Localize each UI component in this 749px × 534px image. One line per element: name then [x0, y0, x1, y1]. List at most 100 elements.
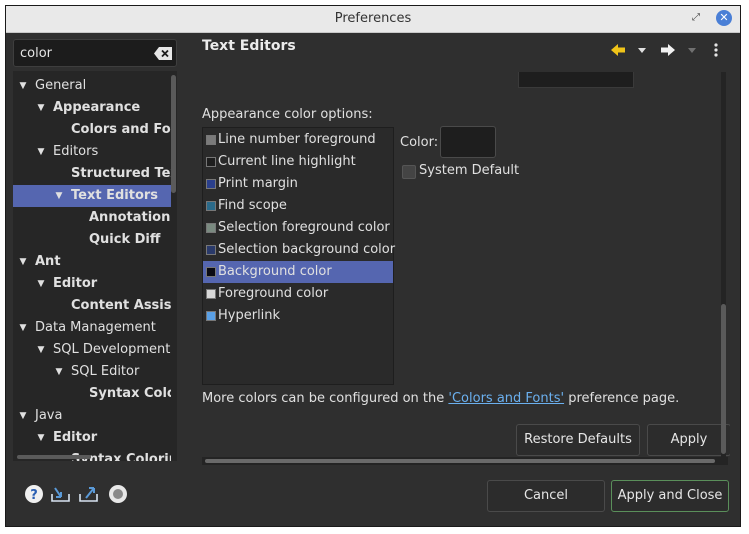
page-horizontal-scroll-thumb[interactable]	[205, 459, 715, 463]
color-option-item[interactable]: Selection background color	[203, 239, 396, 261]
tree-item-label: Java	[35, 408, 63, 423]
scrolled-control-fragment	[518, 72, 634, 88]
color-option-item[interactable]: Line number foreground	[203, 129, 393, 151]
tree-item[interactable]: ▼ Ant	[13, 251, 171, 273]
tree-item-label: Text Editors	[71, 188, 159, 203]
system-default-label: System Default	[419, 163, 520, 178]
color-option-item[interactable]: Hyperlink	[203, 305, 393, 327]
color-swatch	[206, 289, 216, 299]
color-option-item[interactable]: Background color	[203, 261, 393, 283]
tree-item-label: Ant	[35, 254, 61, 269]
text-editors-page: Appearance color options: Line number fo…	[200, 72, 730, 462]
more-colors-prefix: More colors can be configured on the	[202, 391, 449, 406]
appearance-color-list[interactable]: Line number foreground Current line highl…	[202, 127, 396, 385]
color-swatch	[206, 201, 216, 211]
expand-arrow-icon[interactable]: ▼	[18, 251, 28, 273]
close-icon[interactable]: ✕	[716, 10, 732, 26]
color-option-label: Print margin	[218, 176, 298, 191]
color-option-label: Foreground color	[218, 286, 329, 301]
tree-item-label: Editors	[53, 144, 99, 159]
color-option-label: Find scope	[218, 198, 287, 213]
tree-horizontal-scrollbar[interactable]	[17, 455, 91, 459]
tree-item-label: Colors and Fonts	[71, 122, 171, 137]
tree-item[interactable]: Content Assist	[13, 295, 171, 317]
colors-and-fonts-link[interactable]: 'Colors and Fonts'	[448, 391, 564, 406]
tree-item-label: Appearance	[53, 100, 141, 115]
appearance-color-options-label: Appearance color options:	[202, 107, 373, 122]
expand-arrow-icon[interactable]: ▼	[54, 185, 64, 207]
tree-item-label: Editor	[53, 276, 98, 291]
color-picker-button[interactable]	[440, 126, 496, 158]
tree-item-label: SQL Editor	[71, 364, 140, 379]
filter-input[interactable]	[20, 44, 140, 62]
tree-item[interactable]: ▼ General	[13, 75, 171, 97]
cancel-button[interactable]: Cancel	[487, 480, 605, 512]
expand-arrow-icon[interactable]: ▼	[36, 427, 46, 449]
expand-arrow-icon[interactable]: ▼	[54, 361, 64, 383]
apply-and-close-button[interactable]: Apply and Close	[611, 480, 729, 512]
tree-vertical-scrollbar[interactable]	[171, 75, 176, 193]
color-swatch	[206, 157, 216, 167]
tree-item[interactable]: ▼ SQL Editor	[13, 361, 171, 383]
back-arrow-icon[interactable]	[610, 42, 626, 58]
expand-arrow-icon[interactable]: ▼	[18, 317, 28, 339]
expand-arrow-icon[interactable]: ▼	[18, 405, 28, 427]
record-icon[interactable]	[108, 484, 128, 504]
tree-item[interactable]: Syntax Coloring	[13, 383, 171, 405]
tree-item[interactable]: ▼ Data Management	[13, 317, 171, 339]
color-option-item[interactable]: Selection foreground color	[203, 217, 393, 239]
tree-item[interactable]: ▼ SQL Development	[13, 339, 171, 361]
color-label: Color:	[400, 135, 439, 150]
restore-defaults-button[interactable]: Restore Defaults	[516, 424, 640, 456]
view-menu-icon[interactable]	[708, 42, 724, 58]
page-vertical-scrollbar[interactable]	[721, 72, 726, 462]
tree-item-label: Data Management	[35, 320, 156, 335]
color-swatch	[206, 267, 216, 277]
tree-item[interactable]: Quick Diff	[13, 229, 171, 251]
export-icon[interactable]	[78, 484, 98, 504]
tree-item[interactable]: ▼ Java	[13, 405, 171, 427]
apply-button[interactable]: Apply	[647, 424, 730, 456]
expand-arrow-icon[interactable]: ▼	[36, 97, 46, 119]
color-option-item[interactable]: Print margin	[203, 173, 393, 195]
restore-icon[interactable]: ⤢	[690, 12, 702, 24]
tree-item[interactable]: ▼ Text Editors	[13, 185, 171, 207]
tree-item-label: Annotations	[89, 210, 171, 225]
color-swatch	[206, 179, 216, 189]
color-option-label: Background color	[218, 264, 332, 279]
tree-item[interactable]: ▼ Editor	[13, 273, 171, 295]
tree-item[interactable]: Structured Text Editors	[13, 163, 171, 185]
tree-item[interactable]: Annotations	[13, 207, 171, 229]
expand-arrow-icon[interactable]: ▼	[18, 75, 28, 97]
tree-item[interactable]: ▼ Editors	[13, 141, 171, 163]
more-colors-suffix: preference page.	[564, 391, 680, 406]
tree-item[interactable]: ▼ Appearance	[13, 97, 171, 119]
tree-item-label: Editor	[53, 430, 98, 445]
filter-search-box[interactable]	[13, 39, 177, 67]
import-icon[interactable]	[50, 484, 70, 504]
color-option-item[interactable]: Current line highlight	[203, 151, 393, 173]
preference-tree[interactable]: Syntax Coloring▼Editor▼JavaSyntax Colori…	[13, 71, 177, 461]
tree-item[interactable]: Colors and Fonts	[13, 119, 171, 141]
tree-item-label: Content Assist	[71, 298, 171, 313]
back-menu-chevron-icon[interactable]	[634, 42, 650, 58]
color-option-label: Hyperlink	[218, 308, 281, 323]
page-horizontal-scrollbar[interactable]	[202, 457, 728, 465]
preferences-window: Preferences ⤢ ✕ Syntax Coloring ▼ Editor ▼ J…	[5, 5, 741, 527]
color-swatch	[206, 223, 216, 233]
color-option-label: Selection foreground color	[218, 220, 390, 235]
checkbox-box[interactable]	[402, 165, 416, 179]
color-swatch	[206, 135, 216, 145]
color-option-item[interactable]: Find scope	[203, 195, 393, 217]
clear-search-icon[interactable]	[154, 47, 172, 60]
help-icon[interactable]: ?	[24, 484, 44, 504]
forward-arrow-icon[interactable]	[660, 42, 676, 58]
page-vertical-scroll-thumb[interactable]	[721, 304, 726, 454]
color-option-item[interactable]: Foreground color	[203, 283, 393, 305]
color-option-label: Selection background color	[218, 242, 396, 257]
expand-arrow-icon[interactable]: ▼	[36, 273, 46, 295]
forward-menu-chevron-icon[interactable]	[684, 42, 700, 58]
tree-item[interactable]: ▼ Editor	[13, 427, 171, 449]
expand-arrow-icon[interactable]: ▼	[36, 141, 46, 163]
expand-arrow-icon[interactable]: ▼	[36, 339, 46, 361]
